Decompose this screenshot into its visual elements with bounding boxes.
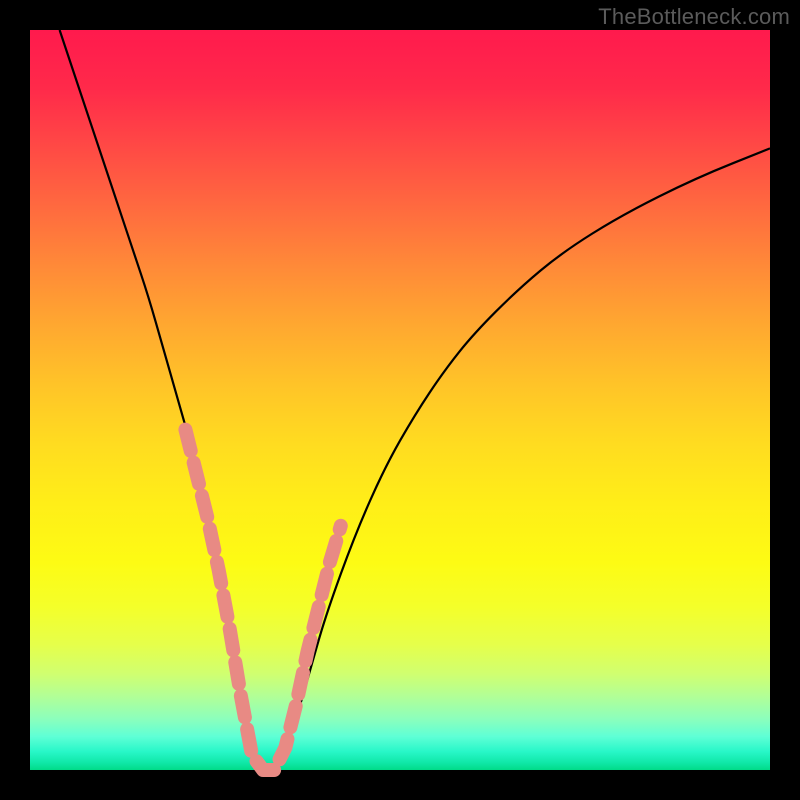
chart-overlay xyxy=(30,30,770,770)
bottleneck-curve xyxy=(60,30,770,770)
highlight-dots xyxy=(185,430,340,770)
watermark-text: TheBottleneck.com xyxy=(598,4,790,30)
chart-frame: TheBottleneck.com xyxy=(0,0,800,800)
plot-area xyxy=(30,30,770,770)
